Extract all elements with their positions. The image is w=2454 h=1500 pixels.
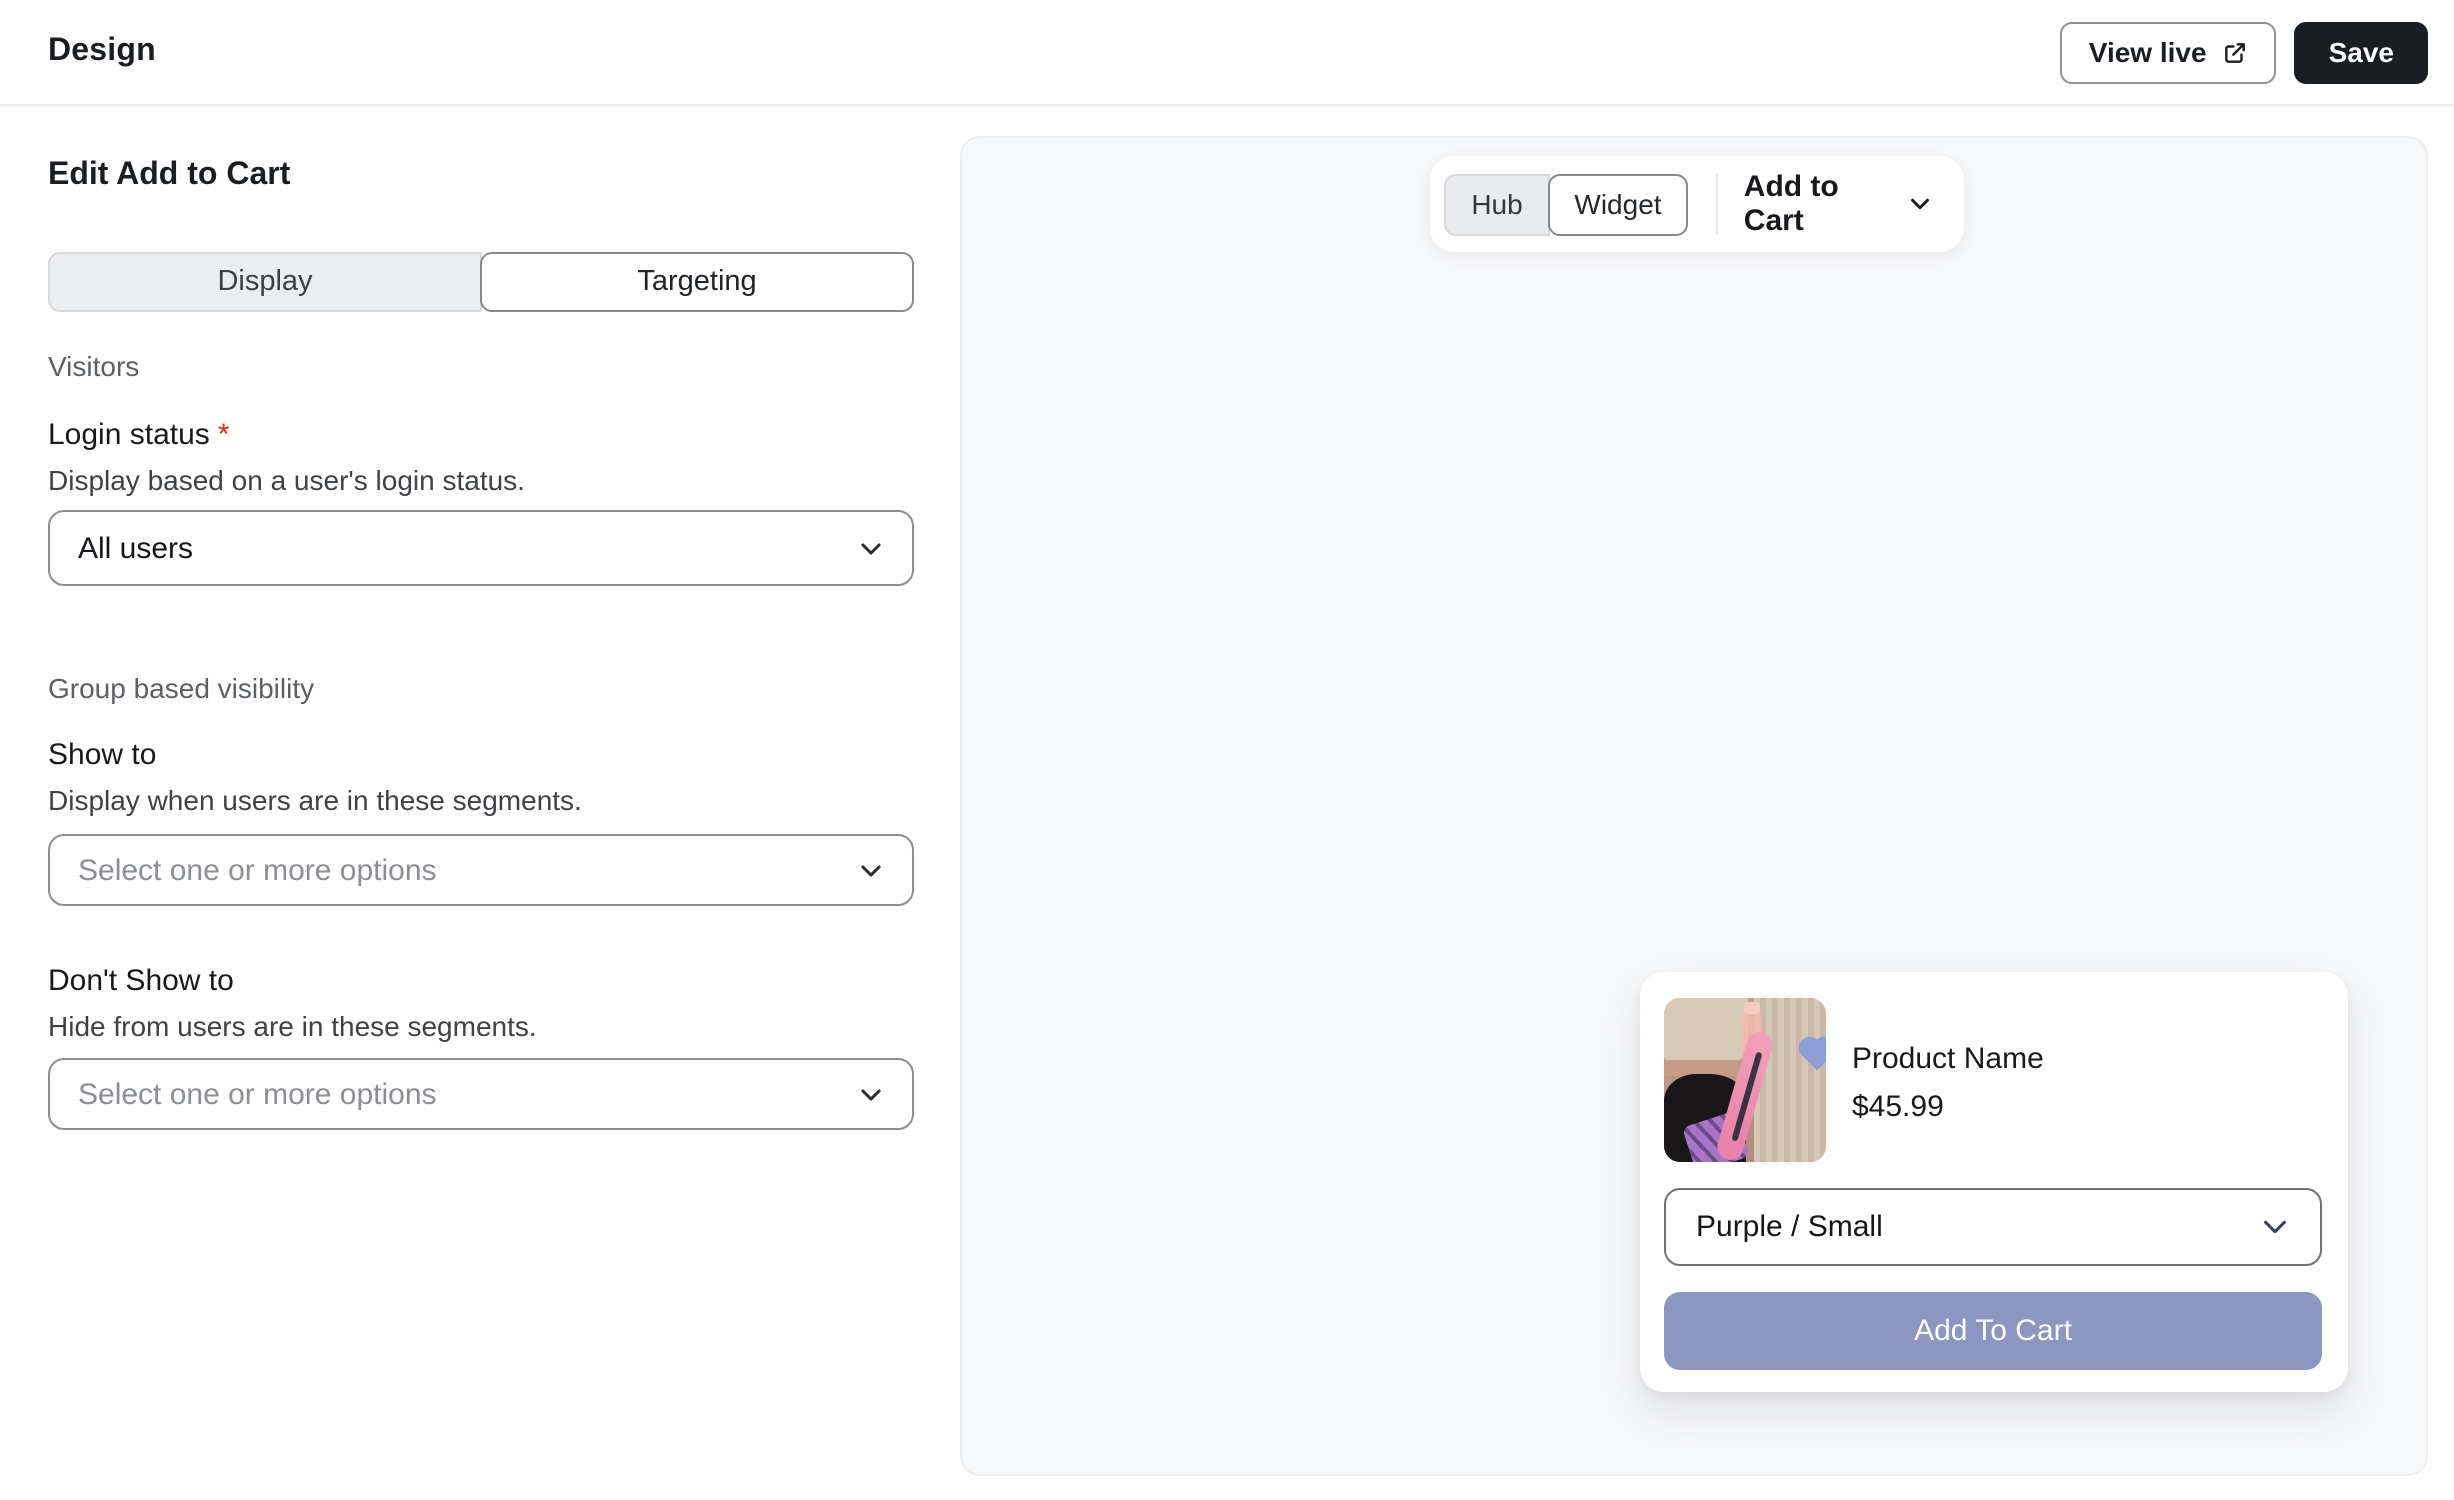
chevron-down-icon[interactable] <box>1908 192 1932 216</box>
save-label: Save <box>2329 36 2394 68</box>
product-price: $45.99 <box>1852 1086 1944 1130</box>
mode-hub-button[interactable]: Hub <box>1444 173 1550 235</box>
header-actions: View live Save <box>2061 21 2428 83</box>
chevron-down-icon <box>858 1081 884 1107</box>
dont-show-to-label: Don't Show to <box>48 964 234 998</box>
widget-selector-label[interactable]: Add to Cart <box>1744 170 1890 238</box>
toolbar-divider <box>1716 174 1718 234</box>
login-status-description: Display based on a user's login status. <box>48 464 525 496</box>
show-to-label: Show to <box>48 738 156 772</box>
dont-show-to-placeholder: Select one or more options <box>78 1077 437 1111</box>
product-name: Product Name <box>1852 1038 2044 1082</box>
variant-value: Purple / Small <box>1696 1210 1883 1244</box>
add-to-cart-label: Add To Cart <box>1914 1314 2072 1348</box>
chevron-down-icon <box>858 857 884 883</box>
login-status-label-row: Login status* <box>48 418 229 454</box>
dont-show-to-description: Hide from users are in these segments. <box>48 1010 537 1042</box>
show-to-description: Display when users are in these segments… <box>48 784 582 816</box>
chevron-down-icon <box>2260 1212 2290 1242</box>
show-to-placeholder: Select one or more options <box>78 853 437 887</box>
login-status-value: All users <box>78 531 193 565</box>
tab-display[interactable]: Display <box>48 252 482 312</box>
editor-title: Edit Add to Cart <box>48 158 290 194</box>
chevron-down-icon <box>858 535 884 561</box>
variant-select[interactable]: Purple / Small <box>1664 1188 2322 1266</box>
add-to-cart-button[interactable]: Add To Cart <box>1664 1292 2322 1370</box>
dont-show-to-select[interactable]: Select one or more options <box>48 1058 914 1130</box>
page-title: Design <box>48 34 156 70</box>
editor-tabs: Display Targeting <box>48 252 914 312</box>
required-asterisk: * <box>218 418 230 452</box>
page: Design View live Save Edit Add to Cart D… <box>0 0 2454 1500</box>
save-button[interactable]: Save <box>2295 21 2428 83</box>
preview-mode-toggle: Hub Widget <box>1444 173 1688 235</box>
mode-widget-button[interactable]: Widget <box>1548 173 1688 235</box>
visitors-section-label: Visitors <box>48 350 139 382</box>
group-section-label: Group based visibility <box>48 672 314 704</box>
view-live-label: View live <box>2089 36 2207 68</box>
view-live-button[interactable]: View live <box>2061 21 2277 83</box>
preview-toolbar: Hub Widget Add to Cart <box>1430 156 1964 252</box>
login-status-select[interactable]: All users <box>48 510 914 586</box>
tab-targeting[interactable]: Targeting <box>480 252 914 312</box>
product-image <box>1664 998 1826 1162</box>
show-to-select[interactable]: Select one or more options <box>48 834 914 906</box>
login-status-label: Login status <box>48 418 210 452</box>
external-link-icon <box>2223 39 2249 65</box>
add-to-cart-widget-card: Product Name $45.99 Purple / Small Add T… <box>1640 972 2348 1392</box>
preview-canvas: Hub Widget Add to Cart Product Name $45.… <box>960 136 2428 1476</box>
top-bar: Design View live Save <box>0 0 2454 106</box>
